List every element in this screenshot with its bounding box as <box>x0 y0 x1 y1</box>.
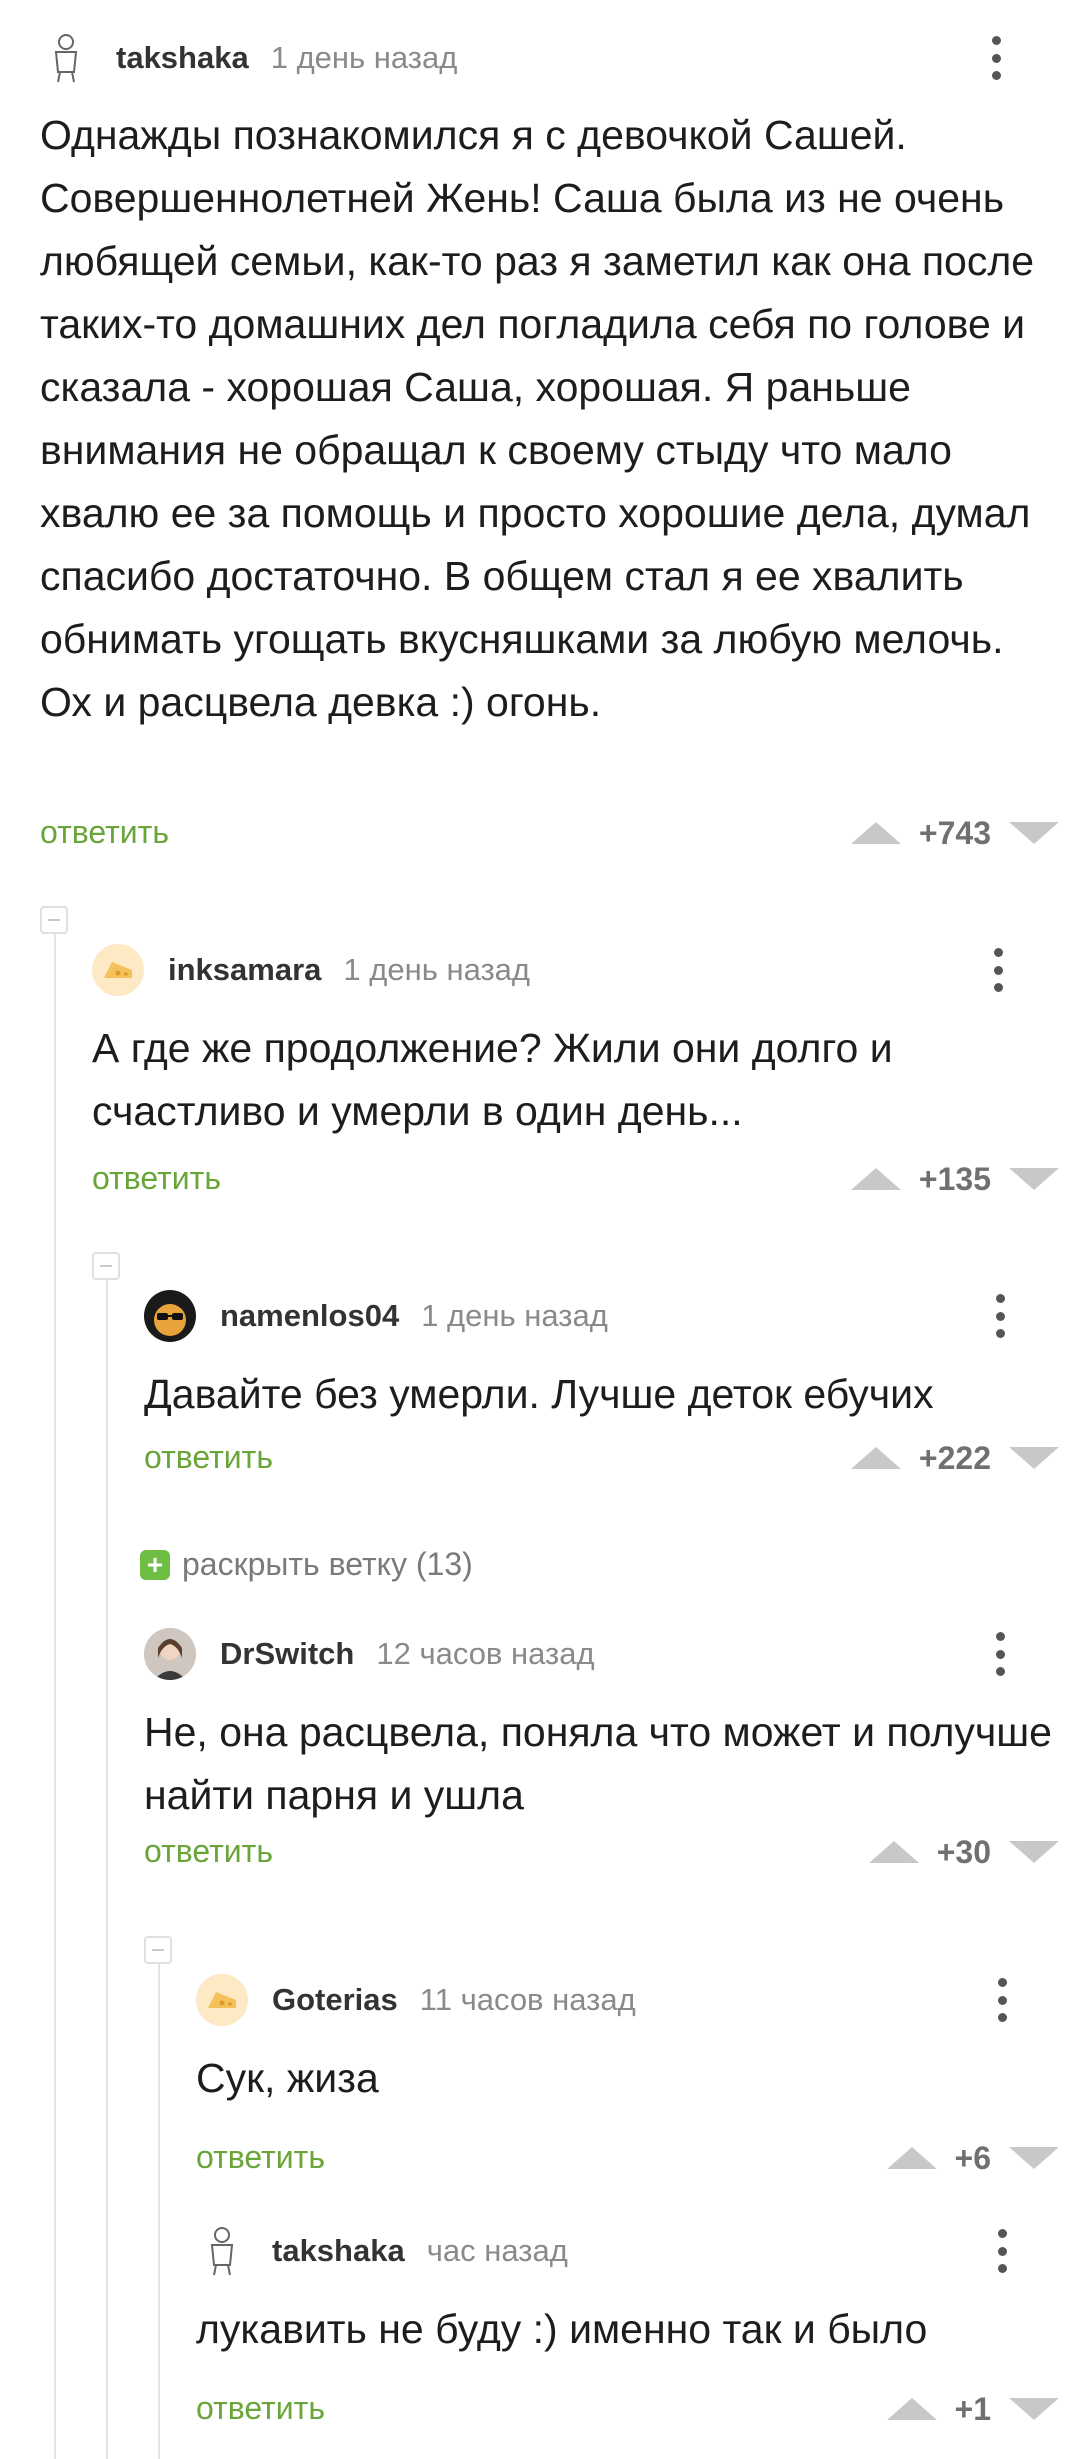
reply-button[interactable]: ответить <box>196 2139 325 2176</box>
comment-text: А где же продолжение? Жили они долго и с… <box>92 1025 893 1134</box>
comment-actions: ответить +743 <box>0 808 1079 858</box>
avatar[interactable] <box>92 944 144 996</box>
cheese-icon <box>208 1992 236 2008</box>
comment-header: inksamara 1 день назад <box>92 940 1042 1000</box>
rating: +135 <box>918 1160 991 1197</box>
comment-time: 1 день назад <box>270 40 458 75</box>
person-photo-icon <box>144 1628 196 1680</box>
downvote-icon[interactable] <box>1009 2147 1059 2169</box>
username[interactable]: takshaka <box>116 40 249 76</box>
plus-icon: + <box>140 1549 170 1580</box>
upvote-icon[interactable] <box>868 1841 919 1863</box>
expand-branch-label: раскрыть ветку (13) <box>182 1546 473 1582</box>
username[interactable]: takshaka <box>272 2233 405 2269</box>
avatar[interactable] <box>144 1290 196 1342</box>
comment-header: namenlos04 1 день назад <box>144 1286 1044 1346</box>
comment-actions: ответить +6 <box>0 2133 1079 2183</box>
comment-actions: ответить +135 <box>0 1154 1079 1204</box>
comment-text: лукавить не буду :) именно так и было <box>196 2306 928 2352</box>
rating: +222 <box>918 1439 991 1476</box>
expand-branch-button[interactable]: + раскрыть ветку (13) <box>140 1546 473 1583</box>
rating: +6 <box>954 2139 991 2176</box>
upvote-icon[interactable] <box>850 1447 901 1469</box>
more-options-icon[interactable] <box>994 1294 1006 1338</box>
cheese-icon <box>104 962 132 978</box>
comment-time: 12 часов назад <box>376 1636 595 1671</box>
username[interactable]: DrSwitch <box>220 1636 354 1672</box>
rating: +30 <box>936 1833 991 1870</box>
downvote-icon[interactable] <box>1009 1841 1059 1863</box>
avatar[interactable] <box>40 32 92 84</box>
comment-text: Однажды познакомился я с девочкой Сашей.… <box>40 112 1035 725</box>
downvote-icon[interactable] <box>1009 822 1059 844</box>
username[interactable]: namenlos04 <box>220 1298 399 1334</box>
collapse-thread-button[interactable] <box>40 906 68 934</box>
more-options-icon[interactable] <box>994 1632 1006 1676</box>
downvote-icon[interactable] <box>1009 1168 1059 1190</box>
upvote-icon[interactable] <box>850 822 901 844</box>
avatar[interactable] <box>196 2225 248 2277</box>
comment-actions: ответить +30 <box>0 1827 1079 1877</box>
vote-controls: +6 <box>886 2133 1059 2183</box>
comment-actions: ответить +1 <box>0 2384 1079 2434</box>
username[interactable]: inksamara <box>168 952 321 988</box>
comment-time: 11 часов назад <box>419 1982 636 2017</box>
thread-line-level-1 <box>54 920 56 2459</box>
more-options-icon[interactable] <box>996 2229 1008 2273</box>
reply-button[interactable]: ответить <box>196 2390 325 2427</box>
comment-actions: ответить +222 <box>0 1433 1079 1483</box>
more-options-icon[interactable] <box>990 36 1002 80</box>
rating: +743 <box>918 814 991 851</box>
comment-time: 1 день назад <box>343 952 531 987</box>
reply-button[interactable]: ответить <box>40 814 169 851</box>
vote-controls: +30 <box>868 1827 1059 1877</box>
comment-header: Goterias 11 часов назад <box>196 1970 1046 2030</box>
downvote-icon[interactable] <box>1009 1447 1059 1469</box>
vote-controls: +1 <box>886 2384 1059 2434</box>
pirate-figure-icon <box>54 34 78 83</box>
upvote-icon[interactable] <box>886 2398 937 2420</box>
reply-button[interactable]: ответить <box>144 1439 273 1476</box>
username[interactable]: Goterias <box>272 1982 398 2018</box>
more-options-icon[interactable] <box>992 948 1004 992</box>
comment-text: Не, она расцвела, поняла что может и пол… <box>144 1709 1052 1818</box>
comment-text: Сук, жиза <box>196 2055 379 2101</box>
sunglasses-face-icon <box>154 1304 186 1336</box>
reply-button[interactable]: ответить <box>144 1833 273 1870</box>
rating: +1 <box>954 2390 991 2427</box>
comment-time: 1 день назад <box>421 1298 608 1333</box>
more-options-icon[interactable] <box>996 1978 1008 2022</box>
collapse-thread-button[interactable] <box>144 1936 172 1964</box>
avatar[interactable] <box>144 1628 196 1680</box>
avatar[interactable] <box>196 1974 248 2026</box>
pirate-figure-icon <box>210 2227 234 2276</box>
comment-time: час назад <box>426 2233 568 2268</box>
vote-controls: +743 <box>850 808 1059 858</box>
comment-header: DrSwitch 12 часов назад <box>144 1624 1044 1684</box>
vote-controls: +222 <box>850 1433 1059 1483</box>
comment-header: takshaka час назад <box>196 2221 1046 2281</box>
comment-header: takshaka 1 день назад <box>40 28 1040 88</box>
upvote-icon[interactable] <box>886 2147 937 2169</box>
comment-text: Давайте без умерли. Лучше деток ебучих <box>144 1371 934 1417</box>
upvote-icon[interactable] <box>850 1168 901 1190</box>
collapse-thread-button[interactable] <box>92 1252 120 1280</box>
downvote-icon[interactable] <box>1009 2398 1059 2420</box>
vote-controls: +135 <box>850 1154 1059 1204</box>
reply-button[interactable]: ответить <box>92 1160 221 1197</box>
